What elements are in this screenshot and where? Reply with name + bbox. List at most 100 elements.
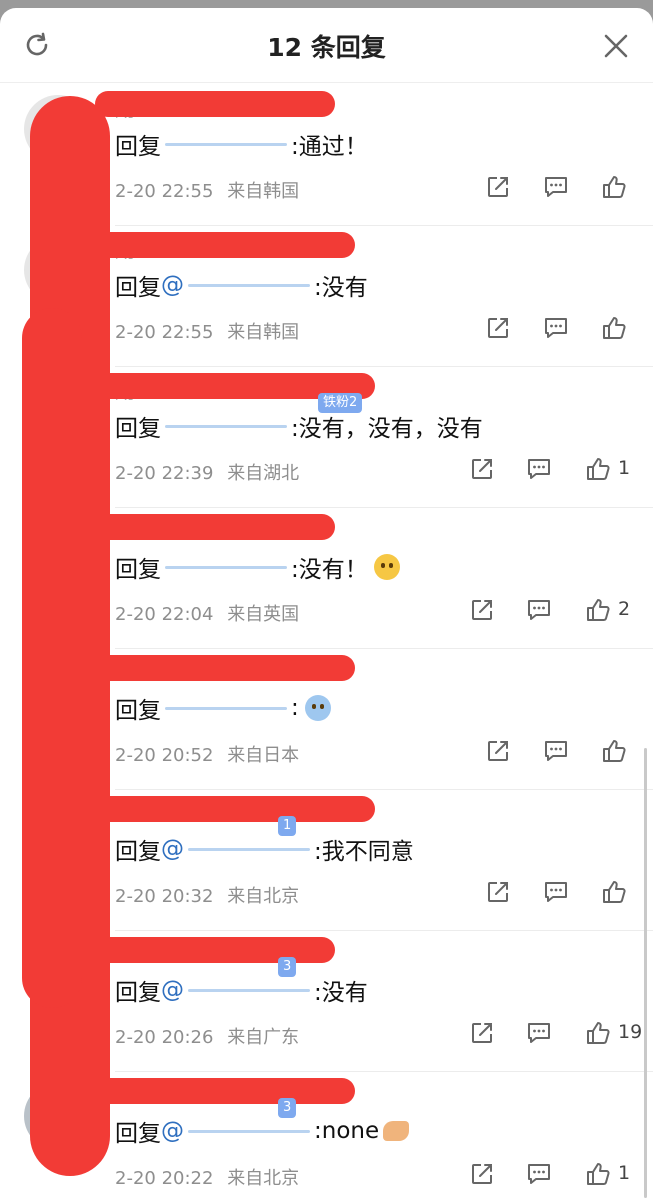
reply-prefix: 回复 bbox=[115, 557, 161, 583]
reply-prefix: 回复 bbox=[115, 980, 161, 1006]
reply-meta: 2-20 20:26 来自广东 bbox=[115, 1023, 299, 1049]
redaction-mark bbox=[95, 1078, 355, 1104]
mention-user[interactable] bbox=[184, 274, 314, 296]
reply-date: 2-20 20:26 bbox=[115, 1027, 214, 1048]
reply-date: 2-20 20:32 bbox=[115, 886, 214, 907]
redaction-mark bbox=[95, 796, 375, 822]
like-count: 1 bbox=[618, 457, 631, 479]
share-icon[interactable] bbox=[469, 1161, 495, 1187]
share-icon[interactable] bbox=[469, 456, 495, 482]
share-icon[interactable] bbox=[485, 738, 511, 764]
reply-text: 回复 :没有！ bbox=[115, 550, 400, 584]
reply-content: :没有 bbox=[314, 980, 368, 1006]
reply-meta: 2-20 22:55 来自韩国 bbox=[115, 318, 299, 344]
redaction-mark bbox=[95, 91, 335, 117]
mention-user[interactable] bbox=[161, 133, 291, 155]
reply-meta: 2-20 20:32 来自北京 bbox=[115, 882, 299, 908]
reply-text: 回复 @ :我不同意 bbox=[115, 832, 414, 866]
scrollbar[interactable] bbox=[644, 748, 647, 1198]
reply-text: 回复 : bbox=[115, 691, 331, 725]
reply-prefix: 回复 bbox=[115, 416, 161, 442]
reply-prefix: 回复 bbox=[115, 698, 161, 724]
like-count: 2 bbox=[618, 598, 631, 620]
mention-user[interactable] bbox=[184, 1120, 314, 1142]
reply-content: :没有！ bbox=[291, 557, 368, 583]
reply-text: 回复 :没有，没有，没有 bbox=[115, 409, 483, 443]
comment-icon[interactable] bbox=[526, 1020, 552, 1046]
reply-content: :通过！ bbox=[291, 134, 368, 160]
reply-meta: 2-20 22:39 来自湖北 bbox=[115, 459, 299, 485]
redaction-mark bbox=[95, 655, 355, 681]
share-icon[interactable] bbox=[485, 879, 511, 905]
reply-location: 来自湖北 bbox=[227, 463, 300, 484]
comment-icon[interactable] bbox=[526, 456, 552, 482]
mention-at[interactable]: @ bbox=[161, 1118, 184, 1144]
reply-meta: 2-20 20:52 来自日本 bbox=[115, 741, 299, 767]
reply-content: : bbox=[291, 695, 299, 721]
mention-user[interactable] bbox=[184, 979, 314, 1001]
reply-prefix: 回复 bbox=[115, 275, 161, 301]
redaction-mark bbox=[95, 937, 335, 963]
hand-emoji-icon bbox=[383, 1121, 410, 1141]
close-icon[interactable] bbox=[602, 32, 630, 60]
reply-meta: 2-20 20:22 来自北京 bbox=[115, 1164, 299, 1190]
mention-user[interactable] bbox=[184, 838, 314, 860]
mention-user[interactable] bbox=[161, 697, 291, 719]
reply-prefix: 回复 bbox=[115, 1121, 161, 1147]
like-icon[interactable] bbox=[585, 1161, 611, 1187]
reply-content: :none bbox=[314, 1118, 380, 1144]
comment-icon[interactable] bbox=[543, 174, 569, 200]
mention-at[interactable]: @ bbox=[161, 977, 184, 1003]
reply-date: 2-20 20:52 bbox=[115, 745, 214, 766]
mention-at[interactable]: @ bbox=[161, 836, 184, 862]
reply-text: 回复 @ :none bbox=[115, 1114, 410, 1148]
reply-date: 2-20 22:04 bbox=[115, 604, 214, 625]
reply-content: :我不同意 bbox=[314, 839, 414, 865]
like-icon[interactable] bbox=[585, 597, 611, 623]
share-icon[interactable] bbox=[469, 1020, 495, 1046]
mention-user[interactable] bbox=[161, 415, 291, 437]
reply-location: 来自广东 bbox=[227, 1027, 300, 1048]
like-icon[interactable] bbox=[585, 456, 611, 482]
reply-content: :没有，没有，没有 bbox=[291, 416, 483, 442]
like-count: 1 bbox=[618, 1162, 631, 1184]
reply-location: 来自韩国 bbox=[227, 181, 300, 202]
share-icon[interactable] bbox=[469, 597, 495, 623]
reply-location: 来自英国 bbox=[227, 604, 300, 625]
reply-date: 2-20 20:22 bbox=[115, 1168, 214, 1189]
like-icon[interactable] bbox=[601, 879, 627, 905]
reply-prefix: 回复 bbox=[115, 134, 161, 160]
mention-at[interactable]: @ bbox=[161, 272, 184, 298]
reply-location: 来自北京 bbox=[227, 1168, 300, 1189]
reply-location: 来自日本 bbox=[227, 745, 300, 766]
comment-icon[interactable] bbox=[526, 1161, 552, 1187]
reply-text: 回复 :通过！ bbox=[115, 127, 368, 161]
reply-location: 来自韩国 bbox=[227, 322, 300, 343]
reply-prefix: 回复 bbox=[115, 839, 161, 865]
like-icon[interactable] bbox=[601, 315, 627, 341]
reply-text: 回复 @ :没有 bbox=[115, 973, 368, 1007]
sheet-header: 12 条回复 bbox=[0, 8, 653, 83]
share-icon[interactable] bbox=[485, 315, 511, 341]
mention-user[interactable] bbox=[161, 556, 291, 578]
reply-text: 回复 @ :没有 bbox=[115, 268, 368, 302]
reply-location: 来自北京 bbox=[227, 886, 300, 907]
reply-date: 2-20 22:55 bbox=[115, 322, 214, 343]
comment-icon[interactable] bbox=[543, 738, 569, 764]
page-title: 12 条回复 bbox=[267, 33, 386, 62]
redaction-mark bbox=[95, 232, 355, 258]
reply-content: :没有 bbox=[314, 275, 368, 301]
like-icon[interactable] bbox=[585, 1020, 611, 1046]
replies-sheet: 12 条回复 用 回复 :通过！ 2-20 22:55 来自韩国 用 bbox=[0, 8, 653, 1199]
reply-meta: 2-20 22:55 来自韩国 bbox=[115, 177, 299, 203]
share-icon[interactable] bbox=[485, 174, 511, 200]
like-icon[interactable] bbox=[601, 174, 627, 200]
comment-icon[interactable] bbox=[543, 315, 569, 341]
like-count: 19 bbox=[618, 1021, 643, 1043]
comment-icon[interactable] bbox=[543, 879, 569, 905]
comment-icon[interactable] bbox=[526, 597, 552, 623]
like-icon[interactable] bbox=[601, 738, 627, 764]
reply-date: 2-20 22:39 bbox=[115, 463, 214, 484]
redaction-mark bbox=[95, 514, 335, 540]
redaction-mark bbox=[22, 308, 82, 1008]
